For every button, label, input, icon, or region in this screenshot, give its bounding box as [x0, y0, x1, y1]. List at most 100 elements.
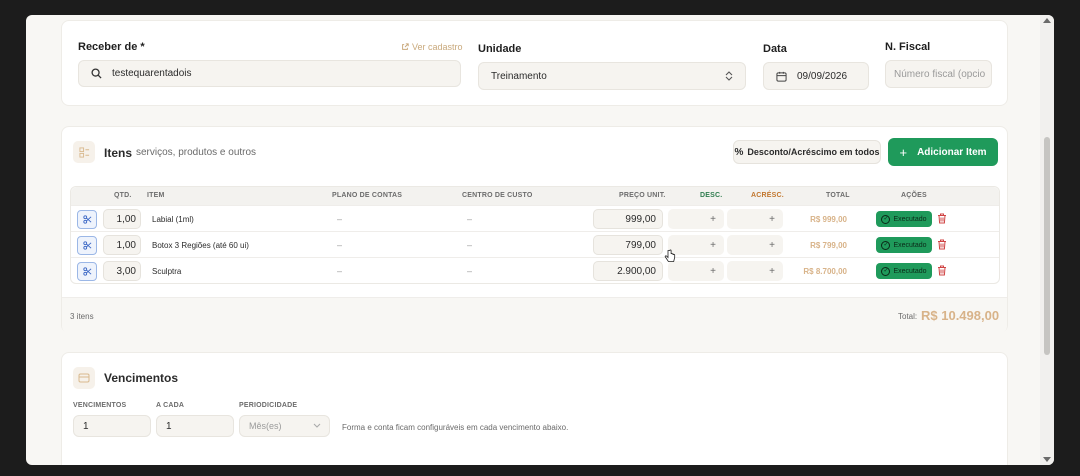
trash-icon[interactable] [937, 213, 947, 224]
col-preco: PREÇO UNIT. [619, 192, 666, 199]
status-badge[interactable]: ✓ Executado [876, 211, 932, 227]
centro-value[interactable]: – [467, 266, 472, 276]
date-input[interactable]: 09/09/2026 [763, 62, 869, 90]
col-acoes: AÇÕES [901, 192, 927, 199]
plus-icon: + [899, 144, 908, 160]
items-subtitle: serviços, produtos e outros [136, 147, 257, 158]
col-centro: CENTRO DE CUSTO [462, 192, 533, 199]
price-input[interactable]: 2.900,00 [593, 261, 663, 281]
acresc-add-button[interactable]: + [727, 261, 783, 281]
qty-input[interactable]: 1,00 [103, 209, 141, 229]
acresc-add-button[interactable]: + [727, 209, 783, 229]
add-item-button[interactable]: + Adicionar Item [888, 138, 998, 166]
price-input[interactable]: 799,00 [593, 235, 663, 255]
row-total: R$ 999,00 [810, 215, 847, 224]
status-badge[interactable]: ✓ Executado [876, 237, 932, 253]
chevron-down-icon [313, 423, 321, 428]
chevron-updown-icon [725, 71, 733, 81]
centro-value[interactable]: – [467, 214, 472, 224]
unidade-value: Treinamento [491, 70, 547, 82]
vencimentos-input[interactable]: 1 [73, 415, 151, 437]
scissors-icon[interactable] [77, 262, 97, 281]
discount-all-label: Desconto/Acréscimo em todos [747, 147, 880, 157]
receber-label: Receber de * [78, 41, 145, 53]
nfiscal-placeholder: Número fiscal (opcio [894, 68, 986, 80]
acada-label: A CADA [156, 402, 185, 409]
modal: Receber de * Ver cadastro testequarentad… [26, 15, 1054, 465]
date-value: 09/09/2026 [797, 70, 848, 82]
add-item-label: Adicionar Item [917, 146, 987, 158]
qty-input[interactable]: 1,00 [103, 235, 141, 255]
status-badge[interactable]: ✓ Executado [876, 263, 932, 279]
check-circle-icon: ✓ [881, 214, 891, 224]
external-link-icon [402, 43, 409, 50]
periodicidade-select[interactable]: Mês(es) [239, 415, 330, 437]
vencimentos-label: VENCIMENTOS [73, 402, 127, 409]
acada-input[interactable]: 1 [156, 415, 234, 437]
percent-icon: % [734, 146, 744, 158]
item-name: Botox 3 Regiões (até 60 ui) [152, 241, 249, 250]
scroll-up-icon[interactable] [1043, 18, 1051, 23]
table-row: 3,00 Sculptra – – 2.900,00 + + R$ 8.700,… [71, 257, 999, 283]
items-footer: 3 itens Total: R$ 10.498,00 [62, 297, 1007, 334]
discount-all-button[interactable]: % Desconto/Acréscimo em todos [733, 140, 881, 164]
check-circle-icon: ✓ [881, 240, 891, 250]
check-circle-icon: ✓ [881, 266, 891, 276]
scroll-down-icon[interactable] [1043, 457, 1051, 462]
trash-icon[interactable] [937, 265, 947, 276]
col-item: ITEM [147, 192, 165, 199]
desc-add-button[interactable]: + [668, 235, 724, 255]
vencimentos-card: Vencimentos VENCIMENTOS 1 A CADA 1 PERIO… [61, 352, 1008, 465]
vencimentos-title: Vencimentos [104, 371, 179, 385]
client-search-input[interactable]: testequarentadois [78, 60, 461, 87]
plano-value[interactable]: – [337, 266, 342, 276]
unidade-label: Unidade [478, 43, 522, 55]
plano-value[interactable]: – [337, 240, 342, 250]
row-total: R$ 799,00 [810, 241, 847, 250]
data-label: Data [763, 43, 787, 55]
status-text: Executado [893, 241, 927, 249]
vencimentos-note: Forma e conta ficam configuráveis em cad… [342, 423, 569, 432]
ver-cadastro-link[interactable]: Ver cadastro [401, 42, 463, 52]
scrollbar[interactable] [1040, 15, 1054, 465]
calendar-icon [776, 71, 787, 82]
col-desc: DESC. [700, 192, 723, 199]
col-plano: PLANO DE CONTAS [332, 192, 403, 199]
qty-input[interactable]: 3,00 [103, 261, 141, 281]
table-row: 1,00 Botox 3 Regiões (até 60 ui) – – 799… [71, 231, 999, 257]
search-icon [91, 68, 102, 79]
centro-value[interactable]: – [467, 240, 472, 250]
periodicidade-label: PERIODICIDADE [239, 402, 298, 409]
scissors-icon[interactable] [77, 210, 97, 229]
periodicidade-value: Mês(es) [249, 421, 282, 431]
unidade-select[interactable]: Treinamento [478, 62, 746, 90]
desc-add-button[interactable]: + [668, 209, 724, 229]
desc-add-button[interactable]: + [668, 261, 724, 281]
status-text: Executado [893, 267, 927, 275]
list-icon [73, 141, 95, 163]
nfiscal-input[interactable]: Número fiscal (opcio [885, 60, 992, 88]
grand-total: R$ 10.498,00 [921, 308, 1000, 323]
table-header: QTD. ITEM PLANO DE CONTAS CENTRO DE CUST… [71, 187, 999, 205]
scissors-icon[interactable] [77, 236, 97, 255]
plano-value[interactable]: – [337, 214, 342, 224]
scrollbar-thumb[interactable] [1044, 137, 1050, 355]
status-text: Executado [893, 215, 927, 223]
item-name: Labial (1ml) [152, 215, 194, 224]
ver-cadastro-text: Ver cadastro [412, 42, 463, 52]
total-label: Total: [898, 312, 918, 321]
items-title: Itens [104, 146, 133, 160]
nfiscal-label: N. Fiscal [885, 41, 931, 53]
trash-icon[interactable] [937, 239, 947, 250]
col-acresc: ACRÉSC. [751, 192, 784, 199]
items-count: 3 itens [70, 312, 94, 321]
col-qtd: QTD. [114, 192, 132, 199]
item-name: Sculptra [152, 267, 182, 276]
items-table: QTD. ITEM PLANO DE CONTAS CENTRO DE CUST… [70, 186, 1000, 284]
col-total: TOTAL [826, 192, 850, 199]
acresc-add-button[interactable]: + [727, 235, 783, 255]
card-icon [73, 367, 95, 389]
table-row: 1,00 Labial (1ml) – – 999,00 + + R$ 999,… [71, 205, 999, 231]
items-card: Itens serviços, produtos e outros % Desc… [61, 126, 1008, 334]
price-input[interactable]: 999,00 [593, 209, 663, 229]
